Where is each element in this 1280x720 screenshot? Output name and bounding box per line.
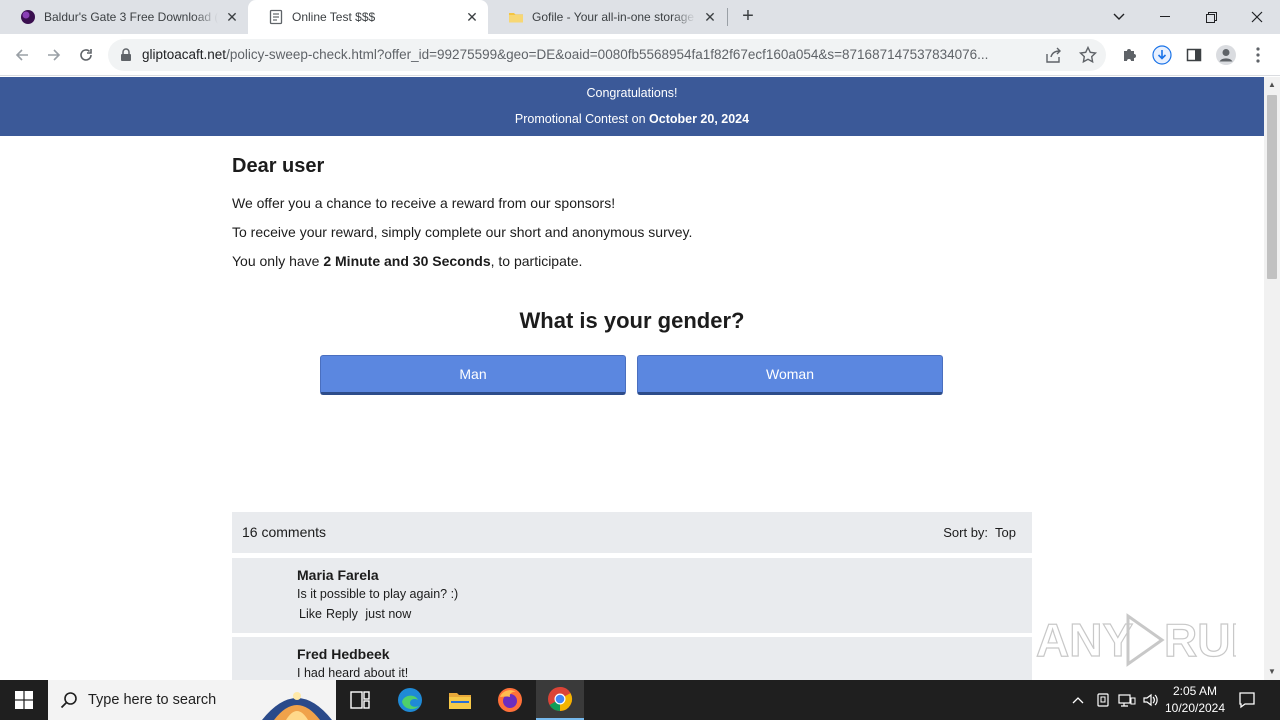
avatar [242, 645, 292, 680]
file-explorer-icon[interactable] [436, 680, 484, 720]
chrome-icon[interactable] [536, 680, 584, 720]
comment-text: Is it possible to play again? :) [297, 587, 459, 601]
banner-contest-line: Promotional Contest on October 20, 2024 [514, 112, 750, 126]
minimize-icon[interactable] [1142, 0, 1188, 34]
tab-baldurs-gate[interactable]: Baldur's Gate 3 Free Download ( ✕ [0, 0, 248, 34]
lock-icon[interactable] [120, 48, 132, 62]
purple-orb-icon [21, 10, 35, 24]
close-icon[interactable]: ✕ [224, 9, 240, 25]
comment-author[interactable]: Maria Farela [297, 567, 379, 583]
tab-title: Online Test $$$ [292, 10, 458, 24]
firefox-icon[interactable] [486, 680, 534, 720]
menu-kebab-icon[interactable] [1244, 41, 1272, 69]
tab-title: Gofile - Your all-in-one storage s [532, 10, 696, 24]
sort-value[interactable]: Top [995, 525, 1016, 540]
side-panel-icon[interactable] [1180, 41, 1208, 69]
scroll-thumb[interactable] [1267, 95, 1277, 279]
comment-item: Fred Hedbeek I had heard about it! [232, 637, 1032, 680]
network-icon[interactable] [1116, 680, 1138, 720]
comment-text: I had heard about it! [297, 666, 409, 680]
browser-toolbar: gliptoacaft.net/policy-sweep-check.html?… [0, 34, 1280, 76]
task-view-icon[interactable] [336, 680, 384, 720]
restore-icon[interactable] [1188, 0, 1234, 34]
scroll-up-arrow-icon[interactable]: ▲ [1264, 77, 1280, 93]
watermark-text-any: ANY [1036, 614, 1133, 666]
sort-control[interactable]: Sort by: Top [943, 525, 1016, 540]
avatar [242, 566, 292, 616]
notifications-icon[interactable] [1232, 680, 1262, 720]
close-icon[interactable]: ✕ [464, 9, 480, 25]
banner-date: October 20, 2024 [649, 112, 750, 126]
comments-count: 16 comments [242, 524, 327, 540]
gofile-folder-icon [509, 13, 523, 23]
comments-header: 16 comments Sort by: Top [232, 512, 1032, 553]
close-window-icon[interactable] [1234, 0, 1280, 34]
tab-online-test[interactable]: Online Test $$$ ✕ [248, 0, 488, 34]
search-icon [60, 692, 77, 709]
reload-icon[interactable] [72, 41, 100, 69]
bookmark-star-icon[interactable] [1078, 45, 1098, 65]
intro-paragraph-2: To receive your reward, simply complete … [232, 224, 693, 240]
clock-date: 10/20/2024 [1164, 701, 1226, 715]
intro-paragraph-3: You only have 2 Minute and 30 Seconds, t… [232, 253, 583, 269]
volume-icon[interactable] [1140, 680, 1162, 720]
windows-taskbar: Type here to search 2:05 AM 10/20/2024 [0, 680, 1280, 720]
tab-title: Baldur's Gate 3 Free Download ( [44, 10, 218, 24]
search-placeholder: Type here to search [88, 692, 217, 708]
intro-paragraph-1: We offer you a chance to receive a rewar… [232, 195, 616, 211]
tray-chevron-up-icon[interactable] [1068, 680, 1088, 720]
tab-separator [727, 8, 728, 26]
anyrun-watermark: ANY RUN [1036, 613, 1236, 667]
extensions-puzzle-icon[interactable] [1116, 41, 1144, 69]
tab-gofile[interactable]: Gofile - Your all-in-one storage s ✕ [488, 0, 726, 34]
page-icon [269, 9, 283, 25]
system-clock[interactable]: 2:05 AM 10/20/2024 [1160, 683, 1230, 717]
comment-item: Maria Farela Is it possible to play agai… [232, 558, 1032, 633]
forward-arrow-icon[interactable] [40, 41, 68, 69]
like-link[interactable]: Like [299, 607, 322, 621]
promo-banner: Congratulations! Promotional Contest on … [0, 77, 1264, 136]
survey-question: What is your gender? [519, 308, 745, 333]
scroll-down-arrow-icon[interactable]: ▼ [1264, 664, 1280, 680]
greeting-heading: Dear user [232, 155, 325, 177]
edge-browser-icon[interactable] [386, 680, 434, 720]
page-scrollbar[interactable]: ▲ ▼ [1264, 77, 1280, 680]
tab-search-chevron-icon[interactable] [1096, 0, 1142, 34]
comment-author[interactable]: Fred Hedbeek [297, 646, 390, 662]
search-highlight-icon [262, 692, 332, 720]
profile-avatar-icon[interactable] [1212, 41, 1240, 69]
close-icon[interactable]: ✕ [702, 9, 718, 25]
url-text: gliptoacaft.net/policy-sweep-check.html?… [142, 47, 989, 62]
time-limit: 2 Minute and 30 Seconds [323, 253, 491, 269]
page-viewport: Congratulations! Promotional Contest on … [0, 77, 1264, 680]
reply-link[interactable]: Reply [326, 607, 358, 621]
answer-man-button[interactable]: Man [320, 355, 626, 395]
watermark-text-run: RUN [1164, 614, 1236, 666]
comment-actions: Like Reply just now [299, 607, 415, 621]
banner-congrats: Congratulations! [586, 86, 678, 100]
address-bar[interactable]: gliptoacaft.net/policy-sweep-check.html?… [108, 39, 1106, 71]
clock-time: 2:05 AM [1172, 684, 1218, 698]
comment-time: just now [365, 607, 412, 621]
new-tab-icon[interactable]: + [736, 5, 760, 29]
windows-start-icon[interactable] [0, 680, 48, 720]
taskbar-search-box[interactable]: Type here to search [48, 680, 336, 720]
back-arrow-icon[interactable] [8, 41, 36, 69]
download-icon[interactable] [1148, 41, 1176, 69]
share-icon[interactable] [1044, 45, 1064, 65]
browser-tab-strip: Baldur's Gate 3 Free Download ( ✕ Online… [0, 0, 1280, 34]
device-icon[interactable] [1092, 680, 1114, 720]
answer-woman-button[interactable]: Woman [637, 355, 943, 395]
